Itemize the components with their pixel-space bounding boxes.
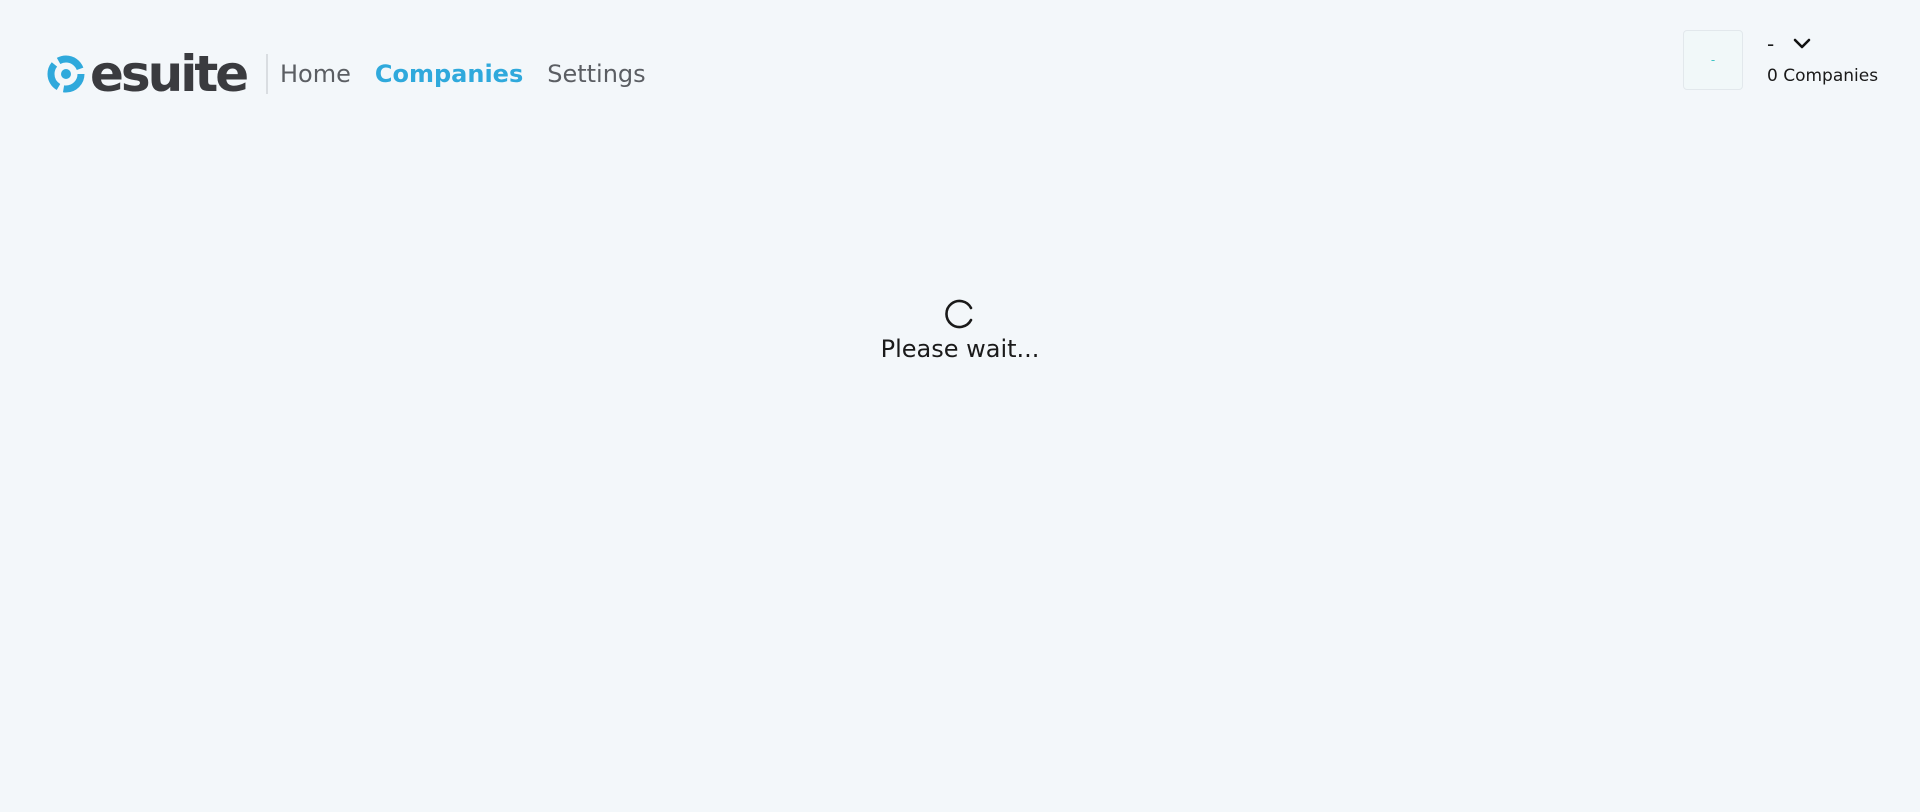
chevron-down-icon[interactable] [1792, 36, 1812, 52]
spinner-icon [945, 299, 973, 329]
nav-home[interactable]: Home [280, 58, 351, 90]
logo-divider [266, 54, 268, 94]
companies-count: 0 Companies [1767, 66, 1879, 86]
user-name: - [1767, 32, 1775, 56]
esuite-logo[interactable]: esuite [46, 45, 249, 103]
logo-wordmark: esuite [90, 45, 249, 103]
nav-companies[interactable]: Companies [375, 58, 523, 90]
top-header: esuite Home Companies Settings - - 0 Com… [0, 0, 1920, 150]
nav-settings[interactable]: Settings [547, 58, 645, 90]
user-avatar[interactable]: - [1683, 30, 1743, 90]
loading-indicator: Please wait... [0, 298, 1920, 364]
loading-message: Please wait... [880, 335, 1040, 363]
avatar-text: - [1710, 53, 1716, 67]
esuite-logo-icon [47, 55, 85, 93]
main-nav: Home Companies Settings [280, 58, 670, 90]
